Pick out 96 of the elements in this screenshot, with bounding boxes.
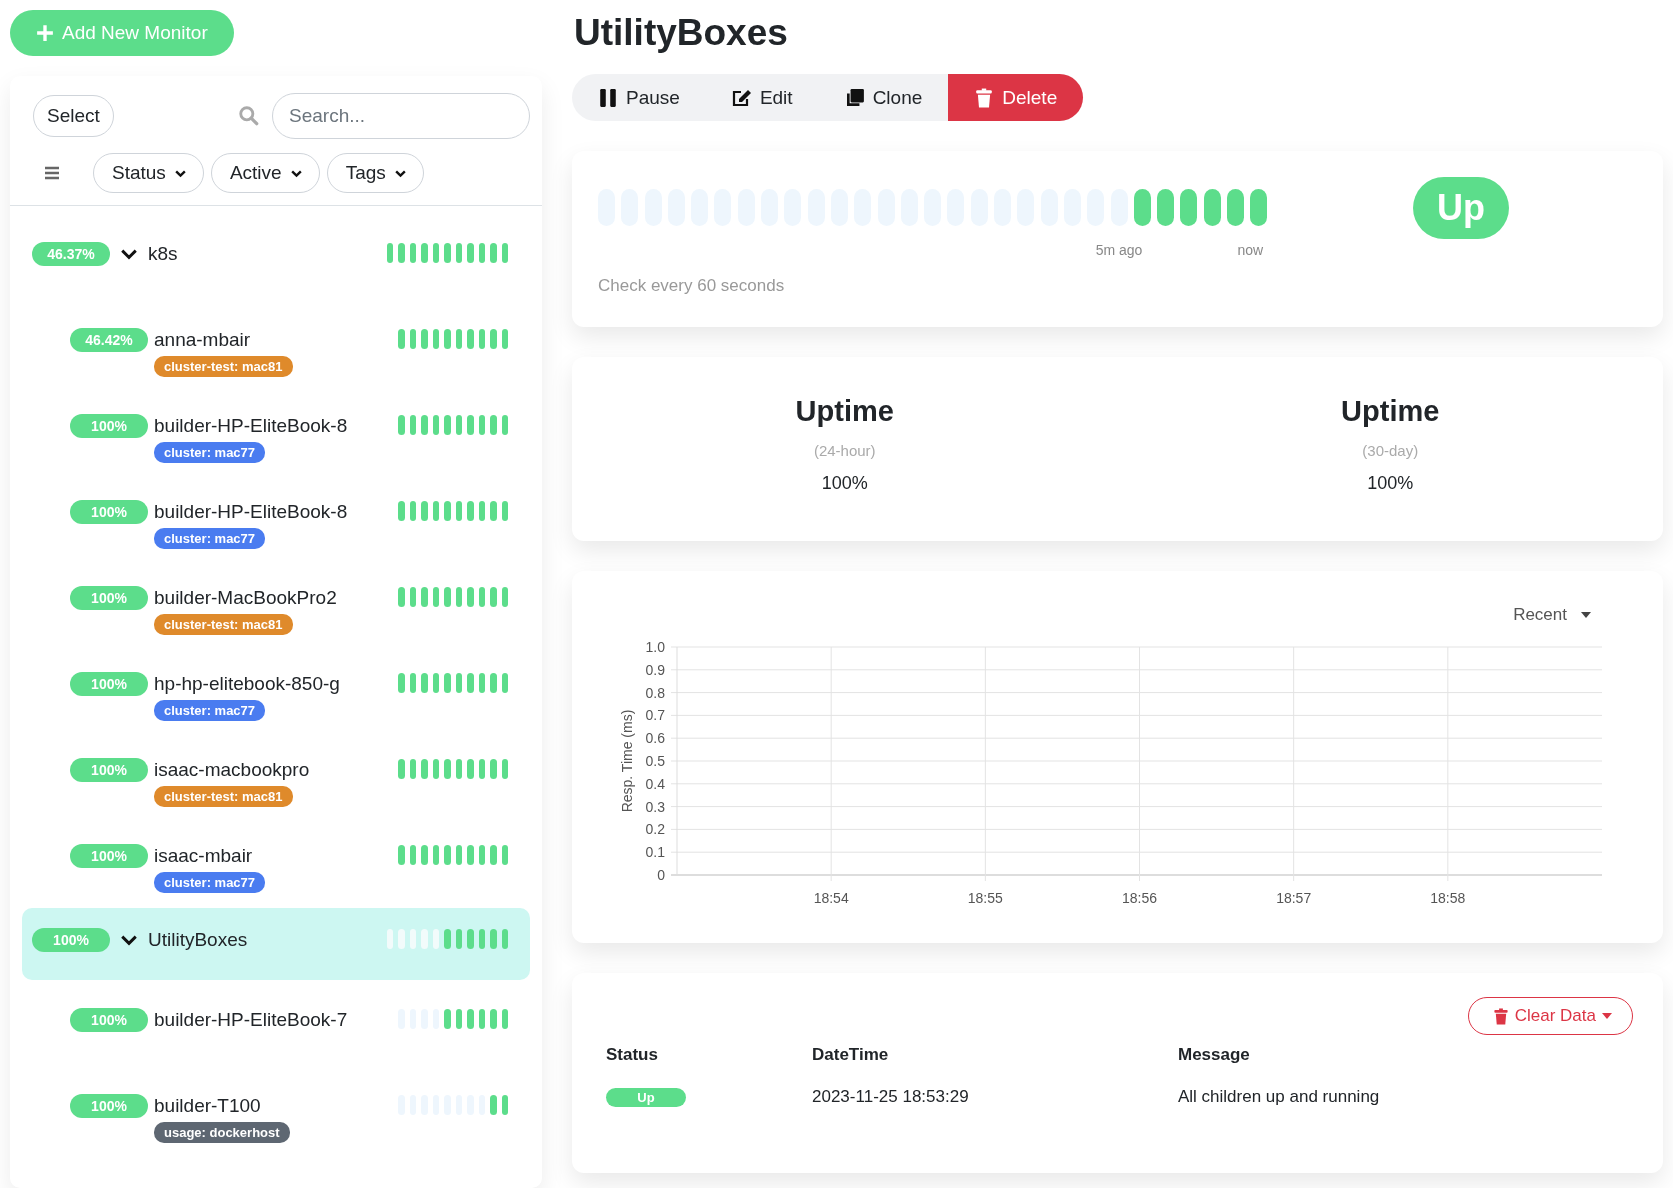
edit-icon (731, 87, 752, 108)
table-cell-text: All children up and running (1178, 1086, 1381, 1108)
axis-tick-label: 0 (657, 867, 665, 883)
uptime-badge: 100% (70, 1008, 148, 1032)
axis-tick-label: 1.0 (645, 639, 665, 655)
uptime-badge: 100% (70, 672, 148, 696)
column-header: DateTime (812, 1044, 890, 1066)
monitor-row[interactable]: 100% builder-T100 usage: dockerhost (22, 1072, 530, 1158)
monitor-name: UtilityBoxes (148, 929, 248, 951)
filter-dropdown[interactable]: Status (93, 153, 204, 193)
uptime-heading: Uptime (1341, 395, 1440, 428)
uptime-badge: 100% (70, 1094, 148, 1118)
monitor-name: hp-hp-elitebook-850-g (154, 673, 340, 695)
time-label: now (1237, 242, 1264, 258)
caret-icon (1602, 1013, 1612, 1019)
search-field[interactable]: Search... (272, 93, 530, 139)
axis-tick-label: 0.3 (645, 798, 665, 815)
monitor-row[interactable]: 46.37% k8s (22, 220, 530, 306)
selected-monitor-row[interactable]: 100% UtilityBoxes (22, 908, 530, 980)
tag: cluster: mac77 (154, 700, 266, 721)
trash-icon (1492, 1007, 1509, 1025)
monitor-name: isaac-mbair (154, 845, 253, 867)
monitor-row[interactable]: 100% hp-hp-elitebook-850-g cluster: mac77 (22, 650, 530, 736)
monitor-name: builder-HP-EliteBook-8 (154, 415, 348, 437)
axis-tick-label: 0.2 (645, 821, 665, 838)
edit-button[interactable]: Edit (705, 74, 819, 121)
axis-tick-label: 18:56 (1122, 890, 1157, 906)
uptime-value: 100% (1367, 473, 1414, 494)
axis-tick-label: 18:58 (1430, 890, 1466, 906)
pause-icon (598, 87, 618, 108)
monitor-name: anna-mbair (154, 329, 251, 351)
monitor-name: builder-T100 (154, 1095, 261, 1117)
axis-tick-label: 0.7 (645, 707, 665, 724)
status-badge: Up (606, 1088, 686, 1107)
tag: cluster: mac77 (154, 872, 266, 893)
uptime-period: (24-hour) (813, 442, 876, 459)
monitor-name: k8s (148, 243, 178, 265)
uptime-badge: 100% (70, 758, 148, 782)
delete-button[interactable]: Delete (948, 74, 1084, 121)
tag: cluster: mac77 (154, 528, 266, 549)
axis-tick-label: 18:57 (1276, 890, 1312, 906)
plus-icon (36, 24, 54, 42)
menu-icon[interactable] (44, 166, 60, 180)
axis-title: Resp. Time (ms) (619, 709, 635, 813)
uptime-heading: Uptime (795, 395, 894, 428)
period-dropdown[interactable]: Recent (1513, 605, 1591, 625)
monitor-title: UtilityBoxes (574, 12, 789, 54)
tag: cluster: mac77 (154, 442, 266, 463)
monitor-name: builder-HP-EliteBook-7 (154, 1009, 348, 1031)
uptime-value: 100% (821, 473, 868, 494)
pause-button[interactable]: Pause (572, 74, 706, 121)
filter-dropdown[interactable]: Tags (326, 153, 424, 193)
axis-tick-label: 0.4 (645, 775, 665, 792)
tag: cluster-test: mac81 (154, 614, 293, 635)
uptime-badge: 46.37% (32, 242, 110, 266)
check-interval-text: Check every 60 seconds (598, 276, 786, 296)
axis-tick-label: 0.9 (645, 661, 665, 678)
status-badge: Up (1413, 177, 1509, 239)
uptime-badge: 100% (32, 928, 110, 952)
monitor-row[interactable]: 100% builder-HP-EliteBook-8 cluster: mac77 (22, 392, 530, 478)
uptime-period: (30-day) (1362, 442, 1419, 459)
trash-icon (974, 87, 995, 108)
uptime-badge: 46.42% (70, 328, 148, 352)
monitor-name: builder-HP-EliteBook-8 (154, 501, 348, 523)
time-label: 5m ago (1095, 242, 1143, 258)
monitor-row[interactable]: 100% isaac-macbookpro cluster-test: mac81 (22, 736, 530, 822)
monitor-row[interactable]: 100% builder-HP-EliteBook-8 cluster: mac77 (22, 478, 530, 564)
axis-tick-label: 18:54 (813, 890, 849, 906)
uptime-badge: 100% (70, 414, 148, 438)
monitor-name: isaac-macbookpro (154, 759, 310, 781)
monitor-row[interactable]: 100% builder-MacBookPro2 cluster-test: mac81 (22, 564, 530, 650)
axis-tick-label: 0.8 (645, 684, 665, 701)
uptime-badge: 100% (70, 500, 148, 524)
monitor-name: builder-MacBookPro2 (154, 587, 337, 609)
axis-tick-label: 18:55 (967, 890, 1003, 906)
search-icon (238, 105, 260, 127)
axis-tick-label: 0.6 (645, 730, 665, 747)
column-header: Status (606, 1044, 659, 1066)
filter-dropdown[interactable]: Active (210, 153, 320, 193)
select-button[interactable]: Select (33, 95, 114, 137)
monitor-row[interactable]: 46.42% anna-mbair cluster-test: mac81 (22, 306, 530, 392)
table-cell: 2023-11-25 18:53:29 (812, 1081, 1178, 1113)
uptime-badge: 100% (70, 586, 148, 610)
monitor-row[interactable]: 100% builder-HP-EliteBook-7 (22, 986, 530, 1072)
copy-icon (844, 87, 865, 108)
tag: usage: dockerhost (154, 1122, 290, 1143)
axis-tick-label: 0.5 (645, 753, 665, 769)
column-header: Message (1178, 1044, 1251, 1066)
tag: cluster-test: mac81 (154, 786, 293, 807)
caret-icon (1581, 612, 1591, 618)
clear-data-button[interactable]: Clear Data (1467, 997, 1633, 1035)
axis-tick-label: 0.1 (645, 844, 665, 861)
clone-button[interactable]: Clone (818, 74, 949, 121)
tag: cluster-test: mac81 (154, 356, 293, 377)
uptime-badge: 100% (70, 844, 148, 868)
monitor-row[interactable]: 100% isaac-mbair cluster: mac77 (22, 822, 530, 908)
